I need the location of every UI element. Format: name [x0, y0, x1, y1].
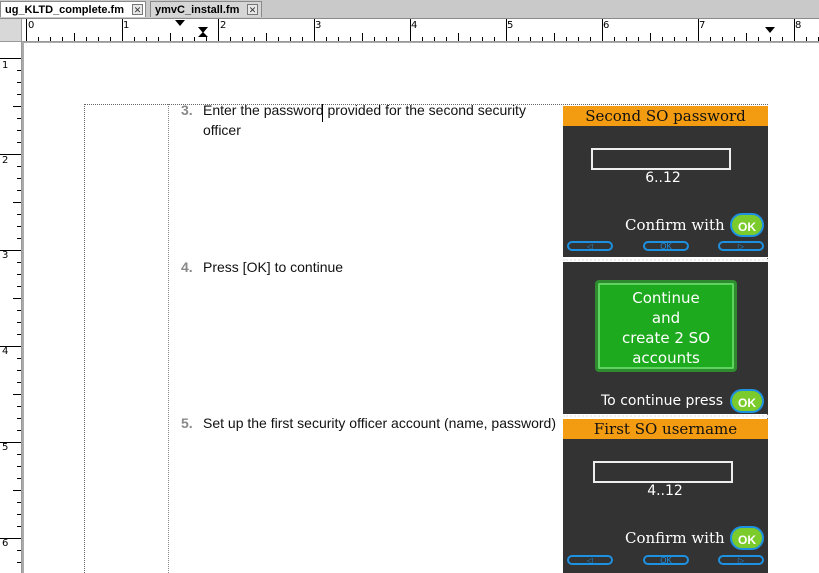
- vertical-ruler[interactable]: 1 2 3 4 5 6: [0, 42, 22, 573]
- ruler-number: 4: [2, 346, 9, 357]
- screen-separator: [563, 415, 768, 417]
- message-line: create 2 SO: [621, 329, 711, 347]
- ruler-number: 6: [2, 538, 9, 549]
- tab-stop-icon: [175, 20, 185, 26]
- message-line: Continue: [632, 289, 700, 307]
- message-line: accounts: [632, 349, 700, 367]
- screen-title: First SO username: [563, 419, 768, 439]
- step-number: 4.: [181, 259, 193, 275]
- ok-nav-icon: OK: [643, 241, 689, 251]
- length-range: 6..12: [645, 170, 681, 186]
- indent-guide: [168, 104, 169, 573]
- ruler-ticks: [0, 58, 21, 563]
- document-tab-bar: ug_KLTD_complete.fm ✕ ymvC_install.fm ✕: [0, 0, 819, 19]
- left-arrow-icon: ◁: [567, 241, 613, 251]
- length-range: 4..12: [647, 483, 683, 499]
- screen-title: Second SO password: [563, 106, 768, 126]
- text-cursor: [322, 104, 323, 122]
- step-text: Press [OK] to continue: [203, 259, 344, 275]
- tab-stop-markers[interactable]: [22, 19, 819, 41]
- step-number: 3.: [181, 102, 193, 118]
- ok-button: OK: [730, 526, 764, 550]
- ruler-corner: [0, 19, 22, 42]
- message-line: and: [651, 309, 681, 327]
- indent-marker-icon: [198, 32, 208, 37]
- confirm-text: Confirm with: [625, 529, 725, 547]
- confirm-text: Confirm with: [625, 216, 725, 234]
- password-field: [591, 148, 731, 170]
- ruler-number: 3: [2, 250, 9, 261]
- close-icon[interactable]: ✕: [247, 4, 258, 15]
- right-arrow-icon: ▷: [718, 241, 764, 251]
- right-arrow-icon: ▷: [718, 555, 764, 565]
- continue-text: To continue press: [601, 393, 724, 409]
- left-arrow-icon: ◁: [567, 555, 613, 565]
- ruler-number: 1: [2, 60, 9, 71]
- step-text: Set up the first security officer accoun…: [203, 415, 557, 431]
- step-4[interactable]: 4. Press [OK] to continue: [181, 257, 541, 277]
- device-screen-continue: Continue and create 2 SO accounts To con…: [563, 262, 768, 414]
- step-text: Enter the password provided for the seco…: [203, 102, 526, 138]
- continue-message-box: Continue and create 2 SO accounts: [595, 280, 737, 372]
- device-screen-password: Second SO password 6..12 Confirm with OK…: [563, 106, 768, 257]
- step-number: 5.: [181, 415, 193, 431]
- close-icon[interactable]: ✕: [132, 4, 143, 15]
- step-5[interactable]: 5. Set up the first security officer acco…: [181, 413, 561, 433]
- ok-nav-icon: OK: [643, 555, 689, 565]
- ruler-number: 2: [2, 155, 9, 166]
- tab-ymvc-install[interactable]: ymvC_install.fm ✕: [150, 1, 262, 17]
- tab-ug-kltd-complete[interactable]: ug_KLTD_complete.fm ✕: [0, 1, 146, 17]
- right-margin-marker-icon: [765, 27, 775, 33]
- ok-button: OK: [730, 389, 764, 413]
- tab-label: ymvC_install.fm: [155, 4, 240, 16]
- ok-button: OK: [730, 213, 764, 237]
- screen-separator: [563, 259, 768, 261]
- step-3[interactable]: 3. Enter the password provided for the se…: [181, 100, 541, 140]
- tab-label: ug_KLTD_complete.fm: [5, 4, 124, 16]
- username-field: [593, 461, 733, 483]
- horizontal-ruler[interactable]: 0 1 2 3 4 5 6 7 8: [22, 19, 819, 42]
- ruler-number: 5: [2, 442, 9, 453]
- device-screen-username: First SO username 4..12 Confirm with OK …: [563, 419, 768, 573]
